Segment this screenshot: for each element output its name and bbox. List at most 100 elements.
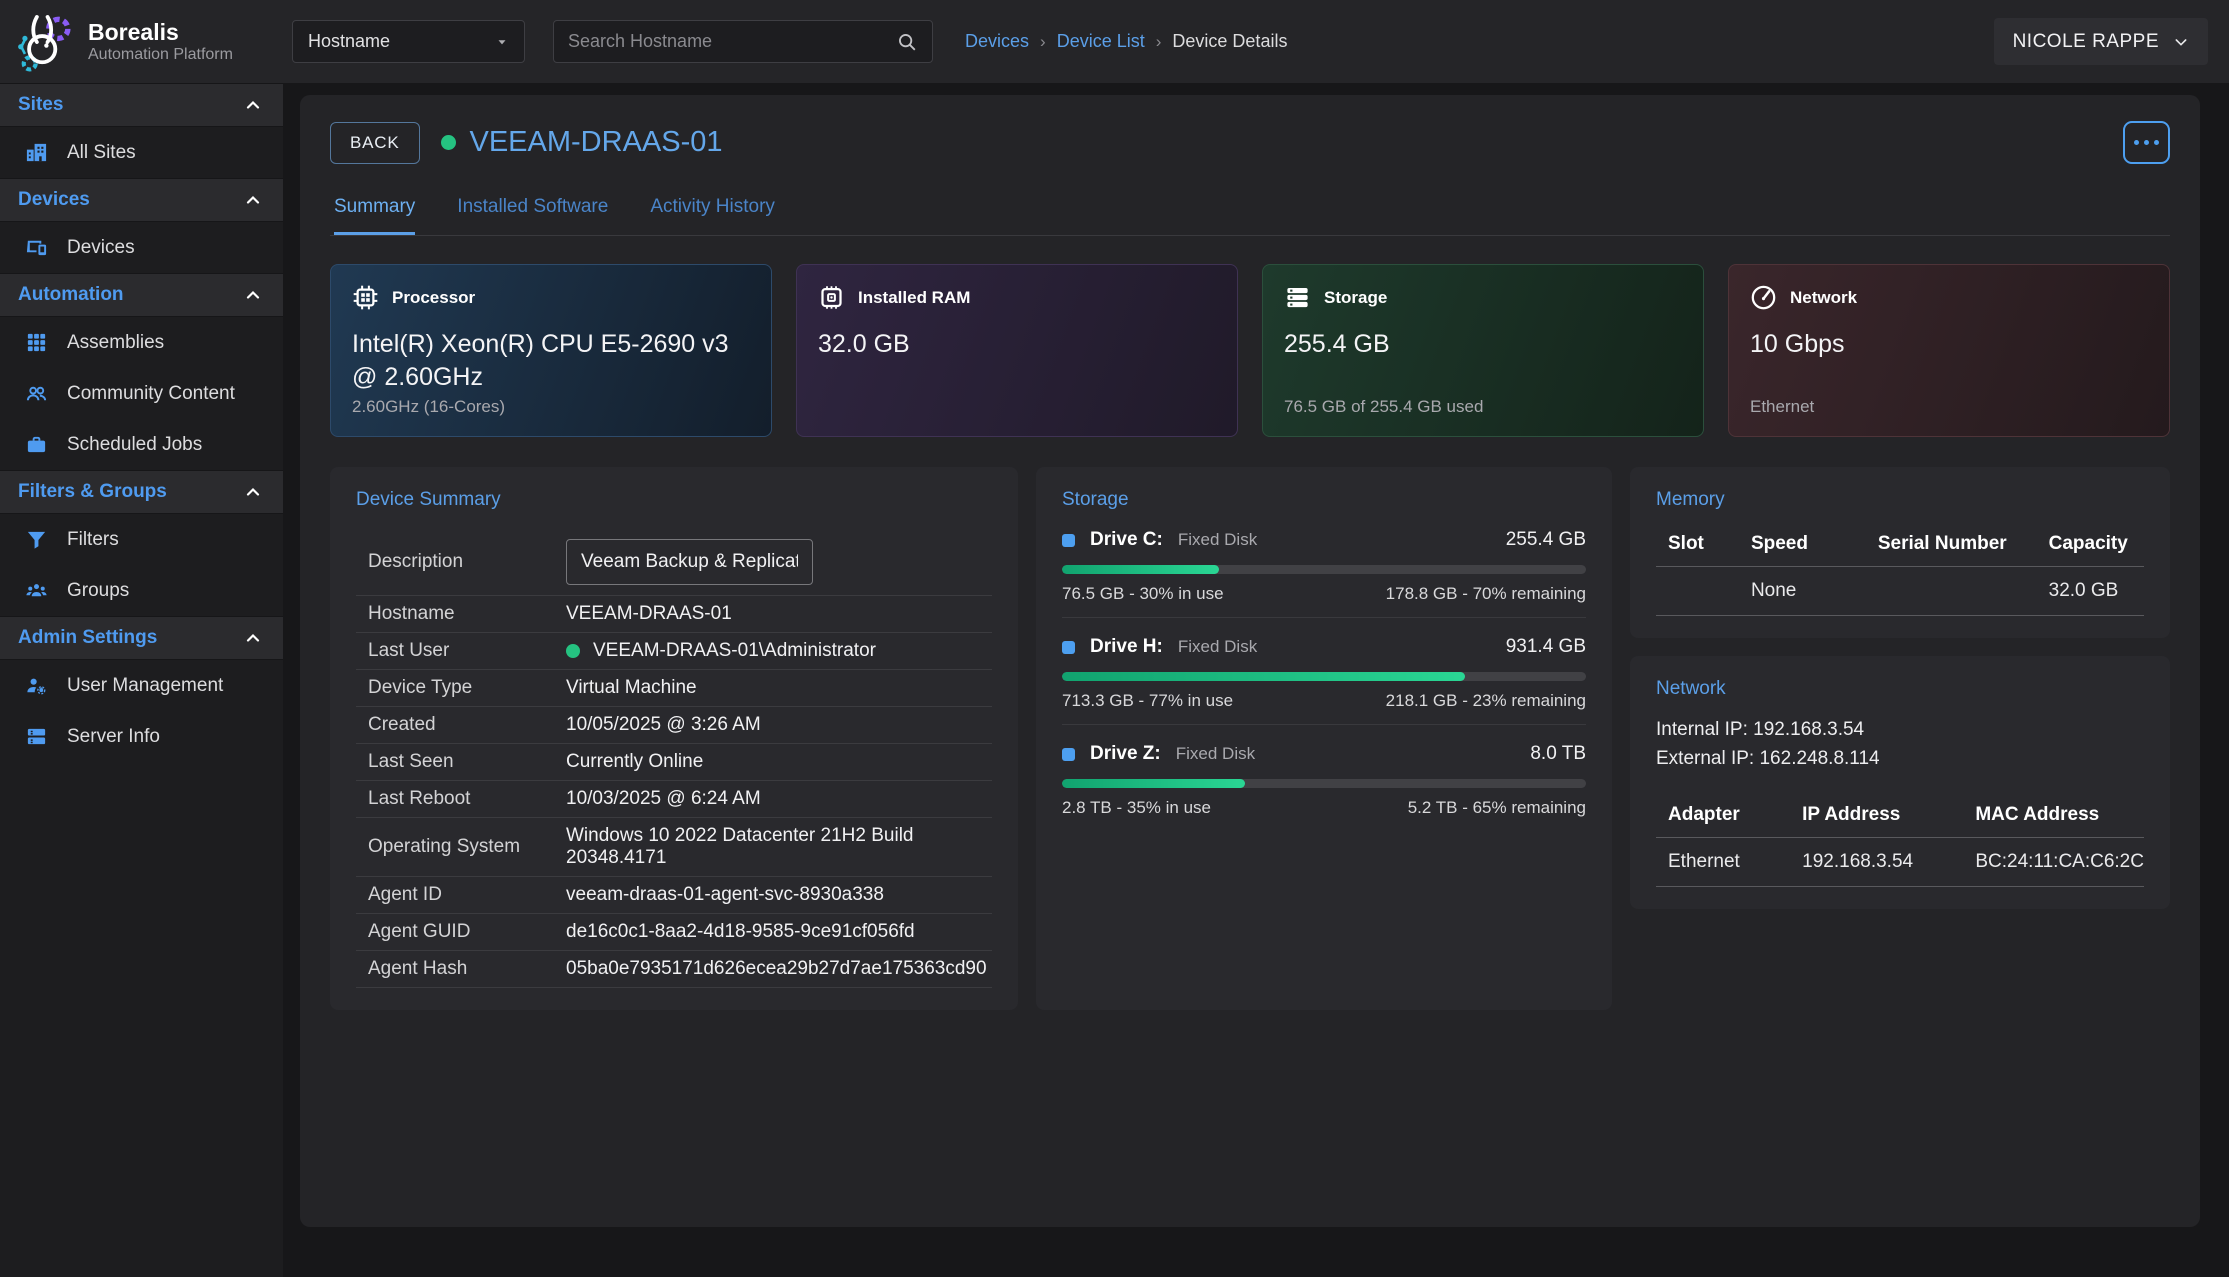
drive-used-text: 76.5 GB - 30% in use — [1062, 584, 1224, 604]
search-box[interactable] — [553, 20, 933, 63]
building-icon — [25, 141, 48, 164]
sidebar-item-server-info[interactable]: Server Info — [0, 711, 283, 762]
summary-row-agent-id: Agent ID veeam-draas-01-agent-svc-8930a3… — [356, 877, 992, 914]
stat-card-title: Processor — [392, 288, 475, 308]
drive-used-text: 2.8 TB - 35% in use — [1062, 798, 1211, 818]
sidebar-section-label: Filters & Groups — [18, 481, 167, 503]
summary-row-created: Created 10/05/2025 @ 3:26 AM — [356, 707, 992, 744]
summary-value: 05ba0e7935171d626ecea29b27d7ae175363cd90 — [566, 958, 987, 980]
detail-panels-row: Device Summary Description Hostname VEEA… — [330, 467, 2170, 1010]
network-ip-cell: 192.168.3.54 — [1790, 837, 1963, 886]
summary-value: VEEAM-DRAAS-01\Administrator — [566, 640, 876, 662]
table-row: Ethernet 192.168.3.54 BC:24:11:CA:C6:2C — [1656, 837, 2144, 886]
search-input[interactable] — [568, 31, 868, 52]
tab-installed-software[interactable]: Installed Software — [457, 196, 608, 235]
ellipsis-icon — [2144, 140, 2149, 145]
panel-title: Network — [1656, 678, 2144, 700]
stat-card-value: 255.4 GB — [1284, 328, 1682, 361]
sidebar-section-sites[interactable]: Sites — [0, 83, 283, 127]
summary-value: Windows 10 2022 Datacenter 21H2 Build 20… — [566, 825, 992, 869]
gauge-icon — [1750, 284, 1777, 311]
sidebar-item-label: Community Content — [67, 383, 235, 405]
sidebar-item-community-content[interactable]: Community Content — [0, 368, 283, 419]
sidebar-item-label: Filters — [67, 529, 119, 551]
summary-row-last-seen: Last Seen Currently Online — [356, 744, 992, 781]
device-summary-table: Description Hostname VEEAM-DRAAS-01 Last… — [356, 529, 992, 988]
network-ip-lines: Internal IP: 192.168.3.54 External IP: 1… — [1656, 715, 2144, 774]
sidebar-item-user-management[interactable]: User Management — [0, 660, 283, 711]
drive-usage-fill — [1062, 565, 1219, 574]
drive-size: 255.4 GB — [1506, 529, 1586, 551]
column-header-speed: Speed — [1739, 525, 1866, 567]
user-menu-button[interactable]: NICOLE RAPPE — [1994, 18, 2208, 65]
memory-table: Slot Speed Serial Number Capacity None — [1656, 525, 2144, 616]
drive-stats: 2.8 TB - 35% in use 5.2 TB - 65% remaini… — [1062, 798, 1586, 818]
device-summary-panel: Device Summary Description Hostname VEEA… — [330, 467, 1018, 1010]
back-button[interactable]: BACK — [330, 122, 420, 164]
sidebar-item-filters[interactable]: Filters — [0, 514, 283, 565]
drive-header: Drive C: Fixed Disk 255.4 GB — [1062, 529, 1586, 551]
external-ip: External IP: 162.248.8.114 — [1656, 744, 2144, 773]
ram-icon — [818, 284, 845, 311]
sidebar-section-label: Admin Settings — [18, 627, 157, 649]
search-icon[interactable] — [896, 31, 918, 53]
main-area: BACK VEEAM-DRAAS-01 Summary Installed So… — [283, 83, 2229, 1277]
tab-activity-history[interactable]: Activity History — [650, 196, 775, 235]
stat-card-header: Network — [1750, 284, 2148, 311]
panel-title: Storage — [1062, 489, 1586, 511]
stat-card-processor: Processor Intel(R) Xeon(R) CPU E5-2690 v… — [330, 264, 772, 437]
drive-type: Fixed Disk — [1178, 637, 1257, 657]
brand-text: Borealis Automation Platform — [88, 19, 233, 63]
description-input[interactable] — [566, 539, 813, 585]
chevron-up-icon — [243, 95, 263, 115]
drive-used-text: 713.3 GB - 77% in use — [1062, 691, 1233, 711]
chevron-down-icon — [2173, 34, 2189, 50]
sidebar-item-groups[interactable]: Groups — [0, 565, 283, 616]
summary-value: Virtual Machine — [566, 677, 697, 699]
stat-card-subtext: Ethernet — [1750, 397, 2148, 417]
device-title-wrap: VEEAM-DRAAS-01 — [441, 126, 723, 159]
sidebar: Sites All Sites Devices Devices Automati… — [0, 83, 283, 1277]
panel-title: Device Summary — [356, 489, 992, 511]
table-row: None 32.0 GB — [1656, 567, 2144, 616]
stat-card-title: Storage — [1324, 288, 1387, 308]
search-field-select[interactable]: Hostname — [292, 20, 525, 63]
stat-card-subtext: 2.60GHz (16-Cores) — [352, 397, 750, 417]
summary-label: Last Reboot — [368, 788, 566, 810]
sidebar-item-scheduled-jobs[interactable]: Scheduled Jobs — [0, 419, 283, 470]
drive-header: Drive Z: Fixed Disk 8.0 TB — [1062, 743, 1586, 765]
drive-type: Fixed Disk — [1176, 744, 1255, 764]
breadcrumb-devices[interactable]: Devices — [965, 31, 1029, 52]
summary-value: Currently Online — [566, 751, 703, 773]
sidebar-section-devices[interactable]: Devices — [0, 178, 283, 222]
drive-name: Drive H: — [1090, 636, 1163, 658]
sidebar-item-assemblies[interactable]: Assemblies — [0, 317, 283, 368]
drive-usage-fill — [1062, 779, 1245, 788]
disks-icon — [1284, 284, 1311, 311]
network-table: Adapter IP Address MAC Address Ethernet … — [1656, 796, 2144, 887]
stat-card-network: Network 10 Gbps Ethernet — [1728, 264, 2170, 437]
more-actions-button[interactable] — [2123, 121, 2170, 164]
network-panel: Network Internal IP: 192.168.3.54 Extern… — [1630, 656, 2170, 909]
tab-bar: Summary Installed Software Activity Hist… — [330, 196, 2170, 236]
sidebar-section-admin-settings[interactable]: Admin Settings — [0, 616, 283, 660]
summary-row-description: Description — [356, 529, 992, 596]
drive-bullet-icon — [1062, 748, 1075, 761]
sidebar-item-label: All Sites — [67, 142, 136, 164]
page-header: BACK VEEAM-DRAAS-01 — [330, 121, 2170, 164]
groups-icon — [25, 579, 48, 602]
sidebar-item-all-sites[interactable]: All Sites — [0, 127, 283, 178]
online-status-dot — [566, 644, 580, 658]
device-name-title: VEEAM-DRAAS-01 — [470, 126, 723, 159]
filter-icon — [25, 528, 48, 551]
breadcrumb-device-list[interactable]: Device List — [1057, 31, 1145, 52]
sidebar-section-filters-groups[interactable]: Filters & Groups — [0, 470, 283, 514]
sidebar-item-devices[interactable]: Devices — [0, 222, 283, 273]
sidebar-section-automation[interactable]: Automation — [0, 273, 283, 317]
breadcrumb-separator-icon: › — [1040, 32, 1046, 52]
summary-value: veeam-draas-01-agent-svc-8930a338 — [566, 884, 884, 906]
column-header-capacity: Capacity — [2037, 525, 2144, 567]
summary-label: Last Seen — [368, 751, 566, 773]
tab-summary[interactable]: Summary — [334, 196, 415, 235]
sidebar-item-label: Devices — [67, 237, 135, 259]
